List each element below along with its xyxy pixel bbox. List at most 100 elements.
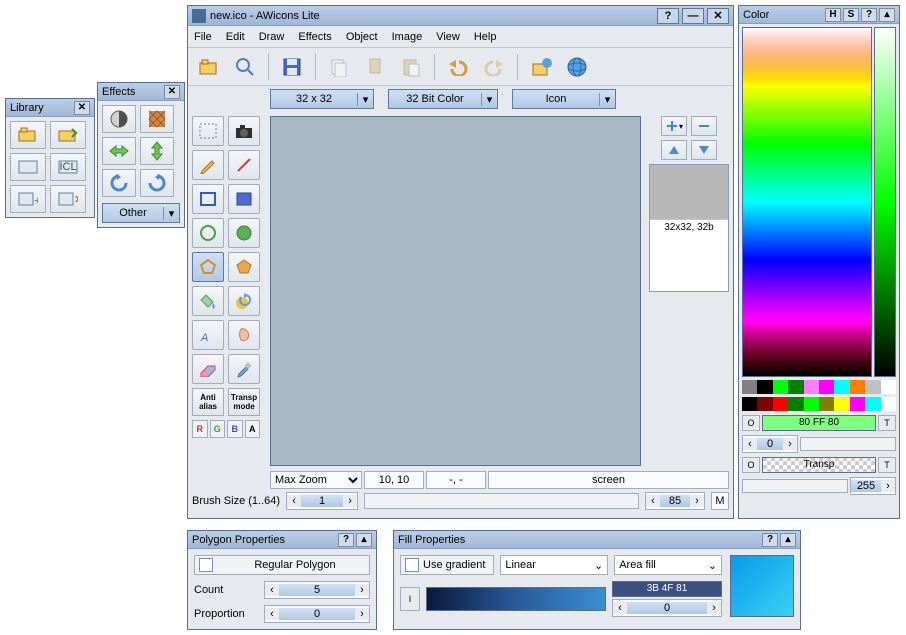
effect-texture-button[interactable] xyxy=(140,105,174,133)
color-swatch[interactable] xyxy=(742,380,757,394)
menu-edit[interactable]: Edit xyxy=(226,31,245,43)
fill-tool[interactable] xyxy=(192,286,224,316)
menu-object[interactable]: Object xyxy=(346,31,378,43)
count-spinner[interactable]: ‹ 5 › xyxy=(264,581,370,599)
transp-display[interactable]: Transp xyxy=(762,457,876,473)
rect-tool[interactable] xyxy=(192,184,224,214)
channel-r-button[interactable]: R xyxy=(192,420,208,438)
polygon-help-icon[interactable]: ? xyxy=(338,533,354,547)
library-item-button[interactable] xyxy=(10,153,46,181)
color-swatch[interactable] xyxy=(865,397,880,411)
hue-slider[interactable] xyxy=(874,27,896,377)
effect-rotate-ccw-button[interactable] xyxy=(102,169,136,197)
fill-spinner[interactable]: ‹ 0 › xyxy=(612,599,722,617)
canvas[interactable] xyxy=(270,116,641,466)
alpha-spinner[interactable]: 255 › xyxy=(850,477,896,495)
color-swatch[interactable] xyxy=(881,380,896,394)
eyedropper-tool[interactable] xyxy=(228,354,260,384)
opacity-spinner[interactable]: ‹ 85 › xyxy=(645,492,705,510)
color-swatch[interactable] xyxy=(804,380,819,394)
size-dropdown[interactable]: 32 x 32 ▾ xyxy=(270,89,374,109)
count-dec-button[interactable]: ‹ xyxy=(265,584,279,596)
opacity-inc-button[interactable]: › xyxy=(690,495,704,507)
color-t-button[interactable]: T xyxy=(878,415,896,431)
library-layout-button[interactable]: ICL xyxy=(50,153,86,181)
library-remove-button[interactable]: ✕ xyxy=(50,185,86,213)
pencil-tool[interactable] xyxy=(192,150,224,180)
color-help-icon[interactable]: ? xyxy=(861,8,877,22)
color-spinner-1[interactable]: ‹ 0 › xyxy=(742,435,798,453)
ellipse-tool[interactable] xyxy=(192,218,224,248)
remove-frame-button[interactable] xyxy=(691,116,717,136)
color-swatch[interactable] xyxy=(804,397,819,411)
menu-draw[interactable]: Draw xyxy=(259,31,285,43)
help-button[interactable]: ? xyxy=(657,8,679,24)
replace-color-tool[interactable] xyxy=(228,286,260,316)
alpha-inc-button[interactable]: › xyxy=(881,480,895,492)
effects-close-icon[interactable]: ✕ xyxy=(164,85,180,99)
fill-inc-button[interactable]: › xyxy=(707,602,721,614)
effects-dropdown[interactable]: Other ▾ xyxy=(102,203,180,223)
minimize-button[interactable]: — xyxy=(682,8,704,24)
brush-size-spinner[interactable]: ‹ 1 › xyxy=(286,492,358,510)
zoom-button[interactable] xyxy=(230,52,260,82)
move-down-button[interactable] xyxy=(691,140,717,160)
color-dec-button[interactable]: ‹ xyxy=(743,438,757,450)
frame-list[interactable]: 32x32, 32b xyxy=(649,164,729,292)
alpha-slider[interactable] xyxy=(742,479,848,493)
antialias-toggle[interactable]: Anti alias xyxy=(192,388,224,416)
type-dropdown[interactable]: Icon ▾ xyxy=(512,89,616,109)
fill-help-icon[interactable]: ? xyxy=(762,533,778,547)
opacity-mode-button[interactable]: M xyxy=(711,492,729,510)
color-swatch[interactable] xyxy=(834,380,849,394)
zoom-select[interactable]: Max Zoom xyxy=(270,471,362,489)
regular-polygon-toggle[interactable]: Regular Polygon xyxy=(194,555,370,575)
brush-dec-button[interactable]: ‹ xyxy=(287,495,301,507)
foreground-color-display[interactable]: 80 FF 80 xyxy=(762,415,876,431)
color-field[interactable] xyxy=(742,27,872,377)
polygon-collapse-icon[interactable]: ▴ xyxy=(356,533,372,547)
depth-dropdown[interactable]: 32 Bit Color ▾ xyxy=(388,89,498,109)
library-close-icon[interactable]: ✕ xyxy=(74,101,90,115)
transp-mode-toggle[interactable]: Transp mode xyxy=(228,388,260,416)
close-button[interactable]: ✕ xyxy=(707,8,729,24)
filled-ellipse-tool[interactable] xyxy=(228,218,260,248)
effect-flip-h-button[interactable] xyxy=(102,137,136,165)
filled-rect-tool[interactable] xyxy=(228,184,260,214)
menu-effects[interactable]: Effects xyxy=(298,31,331,43)
effect-flip-v-button[interactable] xyxy=(140,137,174,165)
web-button[interactable] xyxy=(562,52,592,82)
fill-color-display[interactable]: 3B 4F 81 xyxy=(612,581,722,597)
cut-button[interactable] xyxy=(360,52,390,82)
effect-rotate-cw-button[interactable] xyxy=(140,169,174,197)
eraser-tool[interactable] xyxy=(192,354,224,384)
prop-inc-button[interactable]: › xyxy=(355,608,369,620)
color-inc-button[interactable]: › xyxy=(783,438,797,450)
color-swatch[interactable] xyxy=(773,380,788,394)
move-up-button[interactable] xyxy=(661,140,687,160)
line-tool[interactable] xyxy=(228,150,260,180)
color-swatch[interactable] xyxy=(773,397,788,411)
color-swatch[interactable] xyxy=(850,397,865,411)
color-swatch[interactable] xyxy=(757,397,772,411)
color-swatch[interactable] xyxy=(865,380,880,394)
redo-button[interactable] xyxy=(479,52,509,82)
channel-b-button[interactable]: B xyxy=(227,420,243,438)
color-swatch[interactable] xyxy=(742,397,757,411)
color-swatch[interactable] xyxy=(757,380,772,394)
save-button[interactable] xyxy=(277,52,307,82)
menu-help[interactable]: Help xyxy=(474,31,497,43)
color-swatch[interactable] xyxy=(834,397,849,411)
gradient-type-select[interactable]: Linear ⌄ xyxy=(500,555,608,575)
library-open-button[interactable] xyxy=(10,121,46,149)
brush-inc-button[interactable]: › xyxy=(343,495,357,507)
home-button[interactable] xyxy=(526,52,556,82)
effect-contrast-button[interactable] xyxy=(102,105,136,133)
fill-dec-button[interactable]: ‹ xyxy=(613,602,627,614)
library-save-button[interactable] xyxy=(50,121,86,149)
open-button[interactable] xyxy=(194,52,224,82)
menu-file[interactable]: File xyxy=(194,31,212,43)
use-gradient-toggle[interactable]: Use gradient xyxy=(400,555,494,575)
regular-polygon-checkbox[interactable] xyxy=(199,558,213,572)
menu-view[interactable]: View xyxy=(436,31,460,43)
